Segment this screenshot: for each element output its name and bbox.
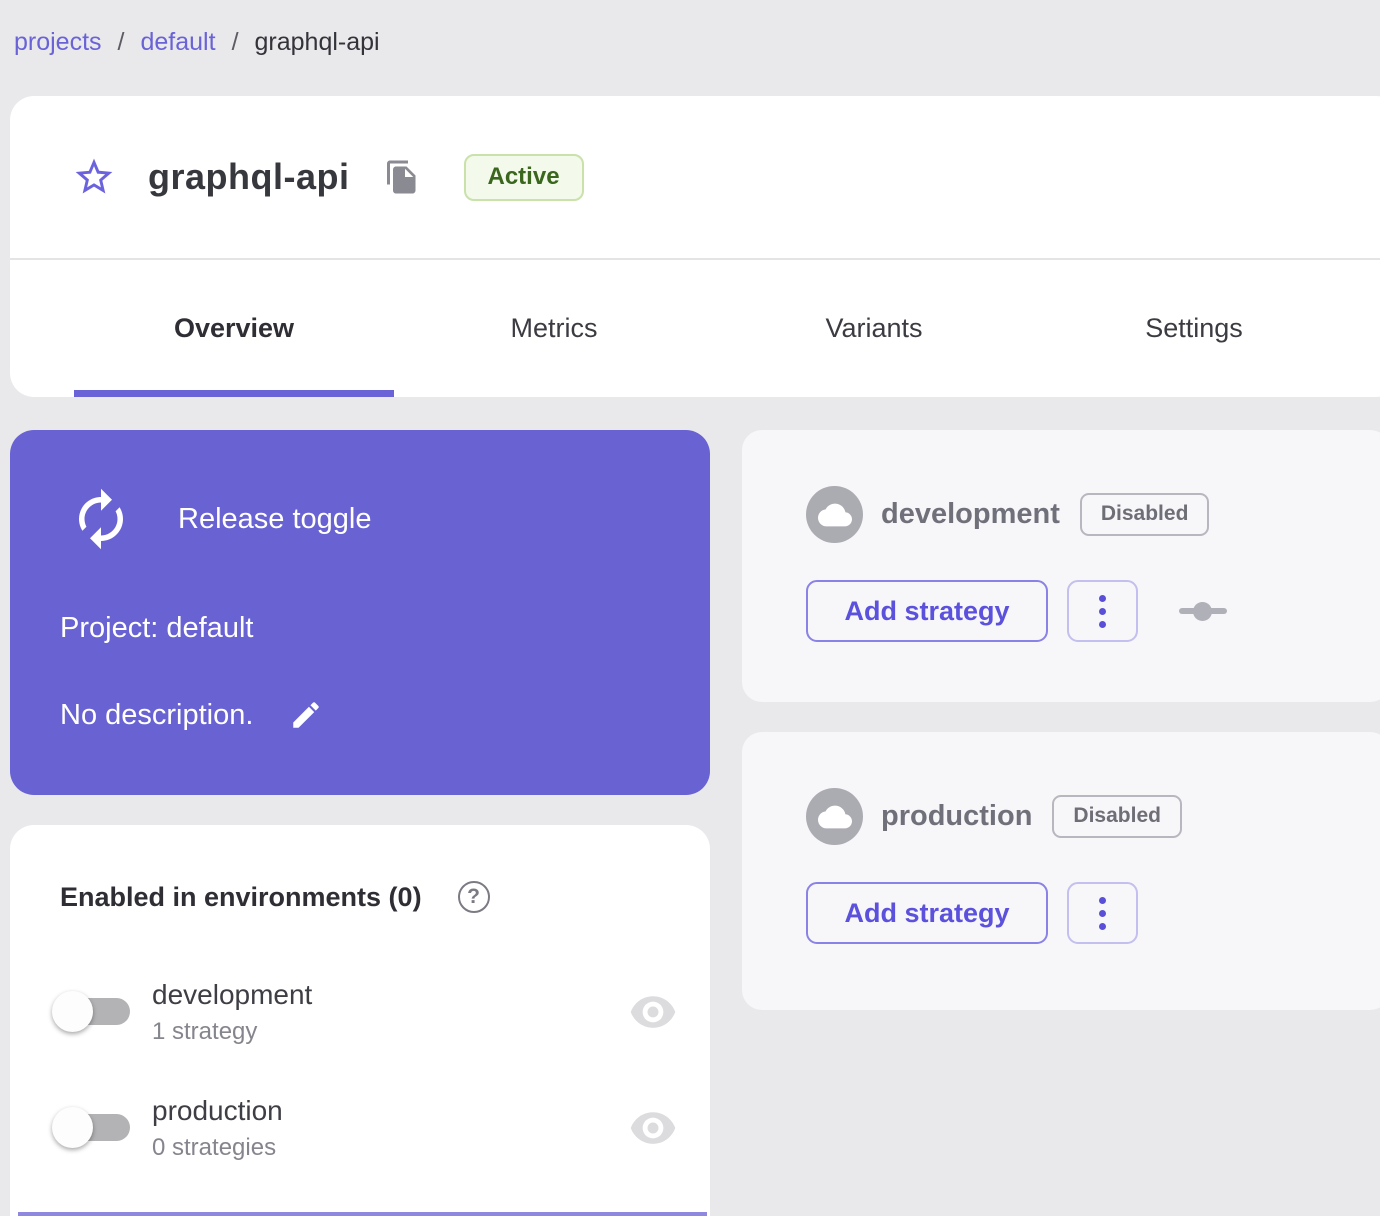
production-toggle-switch[interactable] xyxy=(52,1104,132,1152)
add-strategy-button[interactable]: Add strategy xyxy=(806,580,1048,642)
kebab-dot xyxy=(1099,620,1106,628)
enabled-environments-panel: Enabled in environments (0) ? developmen… xyxy=(10,825,710,1216)
edit-description-icon[interactable] xyxy=(289,698,323,732)
card-header: development Disabled xyxy=(806,486,1210,543)
kebab-dot xyxy=(1099,909,1106,917)
copy-name-icon[interactable] xyxy=(384,159,420,195)
tab-overview[interactable]: Overview xyxy=(74,260,394,397)
tab-metrics[interactable]: Metrics xyxy=(394,260,714,397)
breadcrumb-project-default[interactable]: default xyxy=(141,28,216,57)
environment-row-development: development 1 strategy xyxy=(52,973,676,1051)
tab-metrics-label: Metrics xyxy=(510,313,598,343)
kebab-dot xyxy=(1099,922,1106,930)
feature-toggle-page: projects / default / graphql-api graphql… xyxy=(0,0,1380,1216)
active-tab-indicator xyxy=(74,390,394,397)
title-row: graphql-api Active xyxy=(10,96,1380,258)
toggle-description-row: No description. xyxy=(60,698,323,732)
tab-variants-label: Variants xyxy=(825,313,923,343)
kebab-dot xyxy=(1099,594,1106,602)
enabled-environments-title: Enabled in environments (0) xyxy=(60,881,422,912)
strategy-commit-icon xyxy=(1179,601,1227,621)
tab-bar: Overview Metrics Variants Settings xyxy=(10,260,1380,397)
feature-header-card: graphql-api Active Overview Metrics Vari… xyxy=(10,96,1380,397)
cloud-icon xyxy=(806,788,863,845)
toggle-type-label: Release toggle xyxy=(178,502,372,535)
tab-settings[interactable]: Settings xyxy=(1034,260,1354,397)
environment-name: production xyxy=(152,1094,283,1126)
breadcrumb-separator: / xyxy=(231,28,239,56)
clipped-bottom-element xyxy=(18,1212,707,1216)
more-actions-button[interactable] xyxy=(1067,580,1138,642)
add-strategy-button[interactable]: Add strategy xyxy=(806,882,1048,944)
environment-status-badge: Disabled xyxy=(1079,493,1210,536)
environment-row-production: production 0 strategies xyxy=(52,1089,676,1167)
switch-knob xyxy=(52,991,93,1032)
environment-card-name: production xyxy=(881,800,1033,832)
visibility-eye-icon[interactable] xyxy=(630,995,676,1029)
status-badge: Active xyxy=(463,153,584,201)
toggle-type-row: Release toggle xyxy=(68,486,371,552)
environment-card-development: development Disabled Add strategy xyxy=(742,430,1380,702)
breadcrumb-projects[interactable]: projects xyxy=(14,28,102,57)
environment-strategy-count: 1 strategy xyxy=(152,1017,258,1045)
visibility-eye-icon[interactable] xyxy=(630,1111,676,1145)
tab-variants[interactable]: Variants xyxy=(714,260,1034,397)
toggle-project-label: Project: default xyxy=(60,612,254,644)
environment-texts: development 1 strategy xyxy=(152,979,312,1046)
card-header: production Disabled xyxy=(806,788,1182,845)
environment-texts: production 0 strategies xyxy=(152,1095,283,1162)
environment-status-badge: Disabled xyxy=(1052,795,1182,838)
enabled-environments-heading: Enabled in environments (0) ? xyxy=(60,881,490,913)
breadcrumb-current: graphql-api xyxy=(254,28,380,56)
tab-settings-label: Settings xyxy=(1145,313,1243,343)
help-icon[interactable]: ? xyxy=(457,881,490,913)
environment-card-name: development xyxy=(881,498,1060,530)
cloud-icon xyxy=(806,486,863,543)
toggle-summary-card: Release toggle Project: default No descr… xyxy=(10,430,710,795)
switch-knob xyxy=(52,1107,93,1148)
favorite-star-icon[interactable] xyxy=(72,155,116,199)
more-actions-button[interactable] xyxy=(1067,882,1138,944)
environment-name: development xyxy=(152,978,313,1010)
page-title: graphql-api xyxy=(148,156,350,197)
breadcrumb-separator: / xyxy=(117,28,125,56)
environment-card-production: production Disabled Add strategy xyxy=(742,732,1380,1010)
environment-strategy-count: 0 strategies xyxy=(152,1133,277,1161)
tab-overview-label: Overview xyxy=(173,313,295,343)
toggle-description-label: No description. xyxy=(60,698,254,731)
card-actions: Add strategy xyxy=(806,882,1138,944)
kebab-dot xyxy=(1099,896,1106,904)
development-toggle-switch[interactable] xyxy=(52,988,132,1036)
card-actions: Add strategy xyxy=(806,580,1227,642)
release-toggle-icon xyxy=(79,488,123,550)
kebab-dot xyxy=(1099,607,1106,615)
commit-dot xyxy=(1193,602,1212,621)
breadcrumb: projects / default / graphql-api xyxy=(14,28,380,57)
